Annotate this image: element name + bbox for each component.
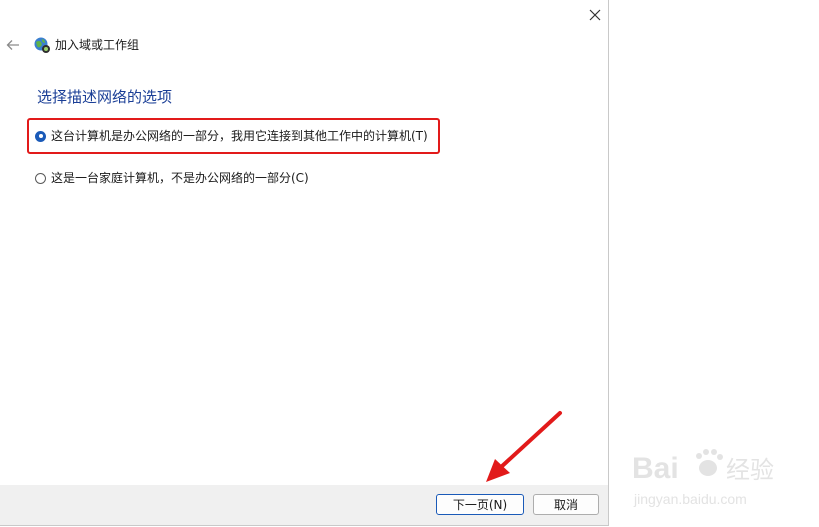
radio-work-network[interactable] xyxy=(35,130,46,142)
option-home-computer-label: 这是一台家庭计算机，不是办公网络的一部分(C) xyxy=(51,171,309,185)
join-domain-dialog: 加入域或工作组 选择描述网络的选项 这台计算机是办公网络的一部分，我用它连接到其… xyxy=(0,0,609,526)
back-arrow-icon xyxy=(6,40,19,50)
option-work-network-label: 这台计算机是办公网络的一部分，我用它连接到其他工作中的计算机(T) xyxy=(51,129,428,143)
close-icon xyxy=(589,9,600,21)
cancel-button[interactable]: 取消 xyxy=(533,494,599,515)
svg-text:经验: 经验 xyxy=(726,456,774,484)
svg-text:jingyan.baidu.com: jingyan.baidu.com xyxy=(633,491,747,507)
baidu-watermark-logo: Bai 经验 jingyan.baidu.com xyxy=(632,449,774,507)
next-button[interactable]: 下一页(N) xyxy=(436,494,524,515)
radio-home-computer[interactable] xyxy=(35,172,46,184)
close-button[interactable] xyxy=(580,0,609,30)
option-home-computer[interactable]: 这是一台家庭计算机，不是办公网络的一部分(C) xyxy=(35,168,309,188)
back-button[interactable] xyxy=(4,36,22,54)
option-work-network[interactable]: 这台计算机是办公网络的一部分，我用它连接到其他工作中的计算机(T) xyxy=(35,126,428,146)
page-heading: 选择描述网络的选项 xyxy=(37,88,173,106)
page: 加入域或工作组 选择描述网络的选项 这台计算机是办公网络的一部分，我用它连接到其… xyxy=(0,0,819,527)
svg-text:Bai: Bai xyxy=(632,452,679,485)
wizard-title: 加入域或工作组 xyxy=(55,38,140,52)
network-globe-icon xyxy=(34,37,50,53)
